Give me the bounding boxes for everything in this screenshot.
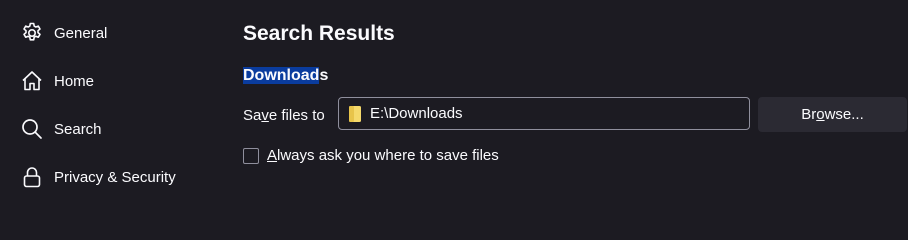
always-ask-option[interactable]: Always ask you where to save files [243, 147, 499, 164]
sidebar-item-label: Search [54, 120, 102, 138]
download-folder-field[interactable]: E:\Downloads [338, 97, 750, 130]
access-key: A [267, 147, 278, 164]
always-ask-label: Always ask you where to save files [267, 147, 499, 164]
access-key: v [261, 107, 269, 124]
sidebar: General Home Search Privacy & Security [0, 0, 210, 200]
folder-icon [349, 105, 361, 122]
browse-button[interactable]: Br o wse... [758, 97, 907, 132]
heading-rest: s [319, 67, 329, 84]
sidebar-item-privacy-security[interactable]: Privacy & Security [20, 159, 200, 195]
sidebar-item-label: General [54, 24, 108, 42]
label-part: wse... [824, 106, 864, 123]
downloads-heading: Downloads [243, 67, 328, 85]
label-part: Sa [243, 107, 262, 124]
main-content: Search Results Downloads Save files to E… [243, 0, 908, 200]
search-highlight: Download [243, 67, 320, 84]
home-icon [20, 69, 44, 93]
save-files-label: Save files to [243, 107, 325, 124]
sidebar-item-home[interactable]: Home [20, 63, 200, 99]
sidebar-item-general[interactable]: General [20, 15, 200, 51]
label-part: e files to [268, 107, 325, 124]
search-icon [20, 117, 44, 141]
download-path: E:\Downloads [370, 105, 463, 122]
lock-icon [20, 165, 44, 189]
sidebar-item-label: Home [54, 72, 95, 90]
label-part: lways ask you where to save files [277, 147, 499, 164]
always-ask-checkbox[interactable] [243, 147, 259, 164]
label-part: Br [801, 106, 817, 123]
sidebar-item-label: Privacy & Security [54, 168, 176, 186]
gear-icon [20, 21, 44, 45]
access-key: o [816, 106, 825, 123]
page-title: Search Results [243, 22, 395, 45]
sidebar-item-search[interactable]: Search [20, 111, 200, 147]
